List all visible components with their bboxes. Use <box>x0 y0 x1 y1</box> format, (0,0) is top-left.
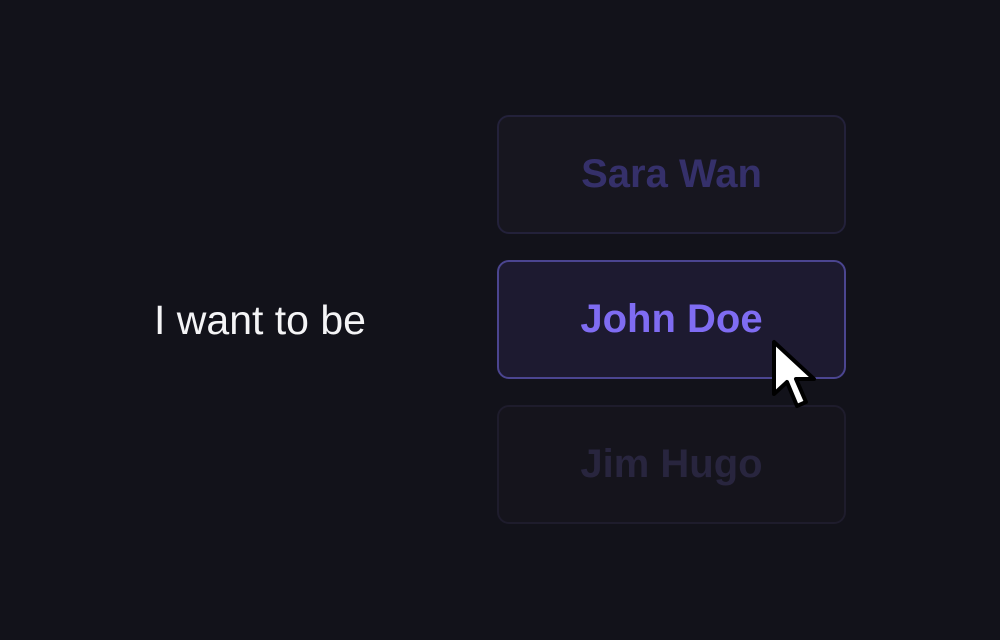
name-options-list: Sara Wan John Doe Jim Hugo <box>497 115 846 550</box>
mouse-pointer-icon <box>772 340 816 408</box>
option-jim-hugo[interactable]: Jim Hugo <box>497 405 846 524</box>
prompt-label: I want to be <box>154 297 366 343</box>
option-label: John Doe <box>580 297 763 341</box>
option-label: Sara Wan <box>581 152 762 196</box>
option-label: Jim Hugo <box>580 442 763 486</box>
option-sara-wan[interactable]: Sara Wan <box>497 115 846 234</box>
